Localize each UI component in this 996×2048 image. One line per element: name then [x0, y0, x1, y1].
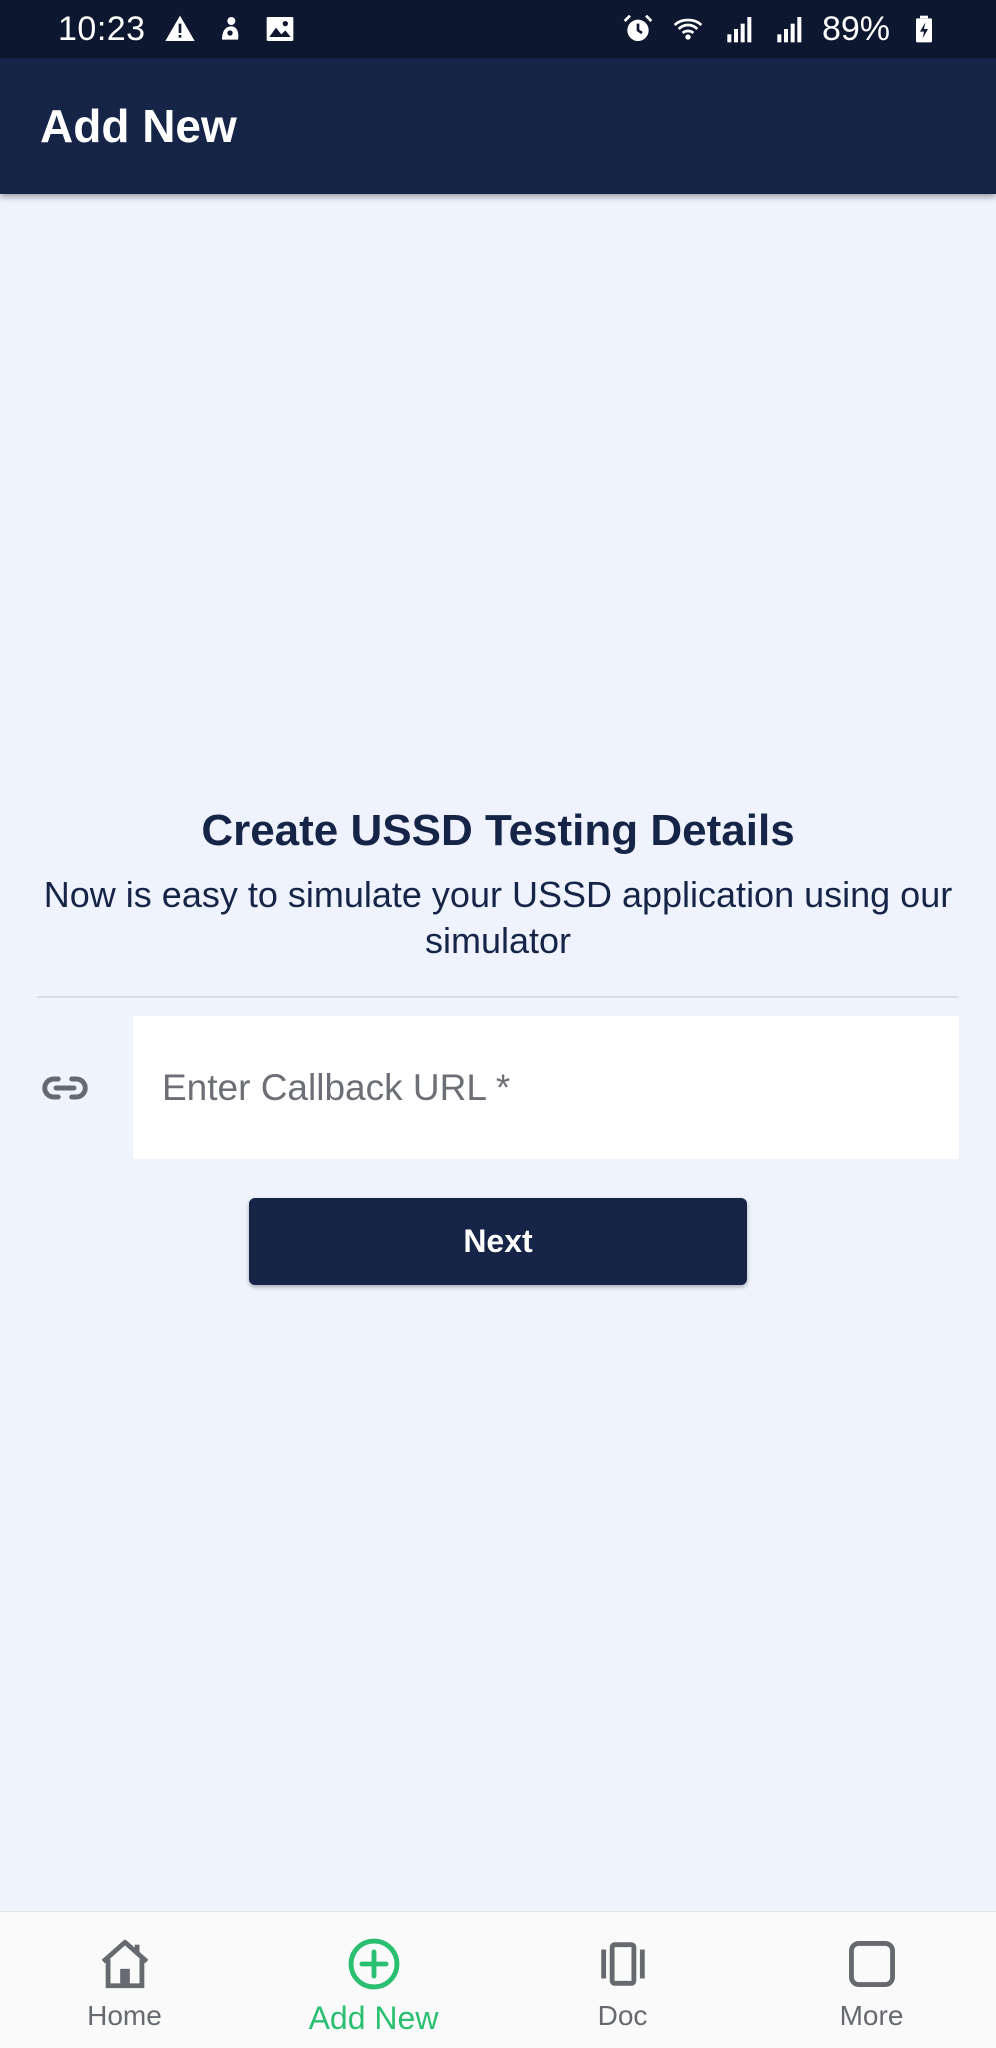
- alarm-icon: [622, 13, 654, 45]
- add-circle-icon: [344, 1934, 404, 1994]
- link-icon: [37, 1060, 93, 1116]
- home-icon: [95, 1934, 155, 1994]
- status-left: 10:23: [58, 10, 296, 49]
- signal-icon: [722, 13, 754, 45]
- app-bar: Add New: [0, 58, 996, 194]
- page-title: Add New: [40, 100, 237, 152]
- nav-item-doc[interactable]: Doc: [498, 1912, 747, 2048]
- callback-url-row: [37, 1016, 959, 1160]
- nav-label-add-new: Add New: [308, 2000, 439, 2036]
- next-button[interactable]: Next: [249, 1198, 747, 1285]
- nav-label-more: More: [839, 2000, 904, 2031]
- bottom-nav: Home Add New Doc More: [0, 1911, 996, 2048]
- screen: 10:23 89% Add New Create USSD Testing De…: [0, 0, 996, 2048]
- warning-icon: [164, 13, 196, 45]
- divider: [37, 996, 959, 998]
- nav-item-more[interactable]: More: [747, 1912, 996, 2048]
- status-right: 89%: [622, 10, 940, 49]
- battery-percentage: 89%: [821, 9, 890, 48]
- signal-icon: [772, 13, 804, 45]
- nav-label-home: Home: [87, 2000, 162, 2031]
- carousel-icon: [593, 1934, 653, 1994]
- nav-item-add-new[interactable]: Add New: [249, 1912, 498, 2048]
- battery-charging-icon: [908, 13, 940, 45]
- square-icon: [842, 1934, 902, 1994]
- image-icon: [264, 13, 296, 45]
- callback-url-input[interactable]: [133, 1016, 959, 1159]
- status-time: 10:23: [58, 9, 146, 48]
- form-subheading: Now is easy to simulate your USSD applic…: [43, 874, 953, 961]
- form-heading: Create USSD Testing Details: [201, 806, 795, 855]
- notification-icon: [214, 13, 246, 45]
- nav-item-home[interactable]: Home: [0, 1912, 249, 2048]
- status-bar: 10:23 89%: [0, 0, 996, 58]
- nav-label-doc: Doc: [597, 2000, 648, 2031]
- wifi-icon: [672, 13, 704, 45]
